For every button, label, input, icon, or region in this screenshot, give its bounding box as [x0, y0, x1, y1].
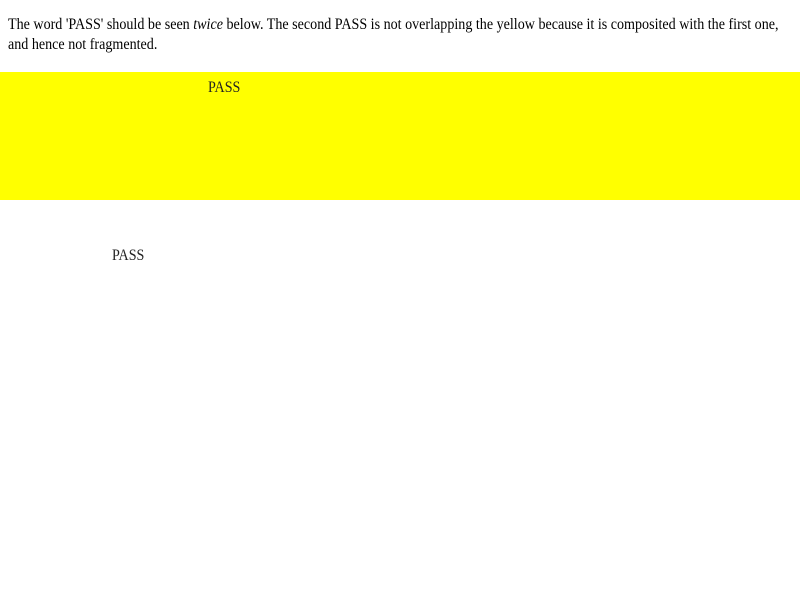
instruction-emphasis: twice [193, 16, 223, 33]
second-pass-text: PASS [112, 247, 145, 264]
instruction-text: The word 'PASS' should be seen twice bel… [8, 15, 792, 55]
yellow-band [0, 72, 800, 200]
first-pass-text: PASS [208, 79, 241, 96]
instruction-text-start: The word 'PASS' should be seen [8, 16, 194, 33]
